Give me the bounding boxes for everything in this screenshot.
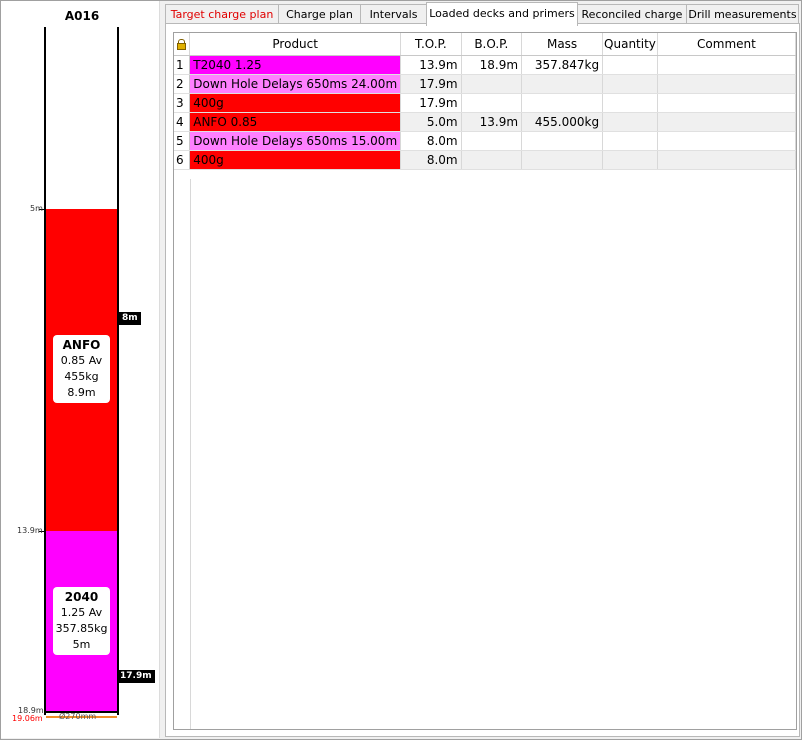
cell-mass[interactable] [521, 150, 604, 170]
cell-bop[interactable]: 13.9m [461, 112, 523, 132]
cell-quantity[interactable] [602, 150, 658, 170]
row-index: 2 [174, 74, 191, 94]
cell-comment[interactable] [657, 74, 797, 94]
deck-length: 5m [72, 638, 91, 651]
cell-product[interactable]: Down Hole Delays 650ms 15.00m [189, 131, 402, 151]
column-header-comment[interactable]: Comment [657, 33, 797, 56]
deck-name: 2040 [64, 590, 99, 604]
table-row[interactable]: 2 Down Hole Delays 650ms 24.00m 17.9m [174, 74, 797, 94]
cell-product[interactable]: Down Hole Delays 650ms 24.00m [189, 74, 402, 94]
tab-content-panel: Product T.O.P. B.O.P. Mass Quantity Comm… [165, 23, 800, 737]
deck-2040-card: 2040 1.25 Av 357.85kg 5m [53, 587, 110, 655]
cell-mass[interactable] [521, 74, 604, 94]
deck-length: 8.9m [67, 386, 96, 399]
deck-anfo-card: ANFO 0.85 Av 455kg 8.9m [53, 335, 110, 403]
cell-top[interactable]: 17.9m [400, 74, 462, 94]
column-header-bop[interactable]: B.O.P. [461, 33, 523, 56]
hole-wall-right [117, 27, 119, 715]
depth-label-19-06m: 19.06m [12, 714, 43, 723]
row-index: 6 [174, 150, 191, 170]
tab-loaded-decks-and-primers[interactable]: Loaded decks and primers [426, 2, 578, 26]
cell-comment[interactable] [657, 112, 797, 132]
table-row[interactable]: 4 ANFO 0.85 5.0m 13.9m 455.000kg [174, 112, 797, 132]
deck-name: ANFO [62, 338, 101, 352]
table-row[interactable]: 5 Down Hole Delays 650ms 15.00m 8.0m [174, 131, 797, 151]
tab-reconciled-charge[interactable]: Reconciled charge [577, 4, 687, 24]
lock-icon[interactable] [177, 39, 187, 50]
row-header-column [174, 179, 191, 729]
row-index: 3 [174, 93, 191, 113]
cell-top[interactable]: 17.9m [400, 93, 462, 113]
hole-id: A016 [64, 9, 100, 23]
cell-bop[interactable]: 18.9m [461, 55, 523, 75]
cell-mass[interactable]: 357.847kg [521, 55, 604, 75]
table-row[interactable]: 3 400g 17.9m [174, 93, 797, 113]
cell-quantity[interactable] [602, 112, 658, 132]
cell-mass[interactable]: 455.000kg [521, 112, 604, 132]
cell-quantity[interactable] [602, 93, 658, 113]
deck-mass: 455kg [64, 370, 99, 383]
deck-mass: 357.85kg [55, 622, 108, 635]
cell-product[interactable]: ANFO 0.85 [189, 112, 402, 132]
depth-label-5m: 5m [30, 204, 43, 213]
table-row[interactable]: 1 T2040 1.25 13.9m 18.9m 357.847kg [174, 55, 797, 75]
tab-target-charge-plan[interactable]: Target charge plan [165, 4, 279, 24]
cell-top[interactable]: 13.9m [400, 55, 462, 75]
hole-profile-panel: A016 ANFO 0.85 Av 455kg 8.9m 2040 1.25 A… [1, 1, 159, 738]
deck-density: 0.85 Av [60, 354, 103, 367]
decks-grid: Product T.O.P. B.O.P. Mass Quantity Comm… [173, 32, 797, 730]
cell-mass[interactable] [521, 93, 604, 113]
cell-comment[interactable] [657, 131, 797, 151]
cell-quantity[interactable] [602, 55, 658, 75]
cell-quantity[interactable] [602, 74, 658, 94]
cell-top[interactable]: 8.0m [400, 131, 462, 151]
cell-product[interactable]: 400g [189, 93, 402, 113]
deck-density: 1.25 Av [60, 606, 103, 619]
primer-badge-17-9m[interactable]: 17.9m [117, 670, 155, 683]
column-header-mass[interactable]: Mass [521, 33, 604, 56]
cell-product[interactable]: 400g [189, 150, 402, 170]
diameter-label: Ø270mm [59, 712, 97, 721]
cell-bop[interactable] [461, 131, 523, 151]
cell-bop[interactable] [461, 74, 523, 94]
decks-table: Product T.O.P. B.O.P. Mass Quantity Comm… [174, 33, 797, 170]
row-index: 5 [174, 131, 191, 151]
row-index: 1 [174, 55, 191, 75]
cell-comment[interactable] [657, 55, 797, 75]
tab-charge-plan[interactable]: Charge plan [278, 4, 361, 24]
cell-top[interactable]: 8.0m [400, 150, 462, 170]
tab-drill-measurements[interactable]: Drill measurements [686, 4, 799, 24]
cell-bop[interactable] [461, 150, 523, 170]
cell-comment[interactable] [657, 150, 797, 170]
lock-column-header[interactable] [174, 33, 191, 56]
depth-label-13-9m: 13.9m [17, 526, 43, 535]
cell-bop[interactable] [461, 93, 523, 113]
cell-top[interactable]: 5.0m [400, 112, 462, 132]
tab-bar: Target charge plan Charge plan Intervals… [165, 2, 801, 26]
cell-product[interactable]: T2040 1.25 [189, 55, 402, 75]
column-header-quantity[interactable]: Quantity [602, 33, 658, 56]
panel-splitter[interactable] [159, 1, 164, 738]
column-header-product[interactable]: Product [189, 33, 402, 56]
cell-quantity[interactable] [602, 131, 658, 151]
column-header-top[interactable]: T.O.P. [400, 33, 462, 56]
cell-comment[interactable] [657, 93, 797, 113]
tab-intervals[interactable]: Intervals [360, 4, 427, 24]
primer-badge-8m[interactable]: 8m [119, 312, 141, 325]
row-index: 4 [174, 112, 191, 132]
table-row[interactable]: 6 400g 8.0m [174, 150, 797, 170]
table-header-row: Product T.O.P. B.O.P. Mass Quantity Comm… [174, 33, 797, 56]
cell-mass[interactable] [521, 131, 604, 151]
